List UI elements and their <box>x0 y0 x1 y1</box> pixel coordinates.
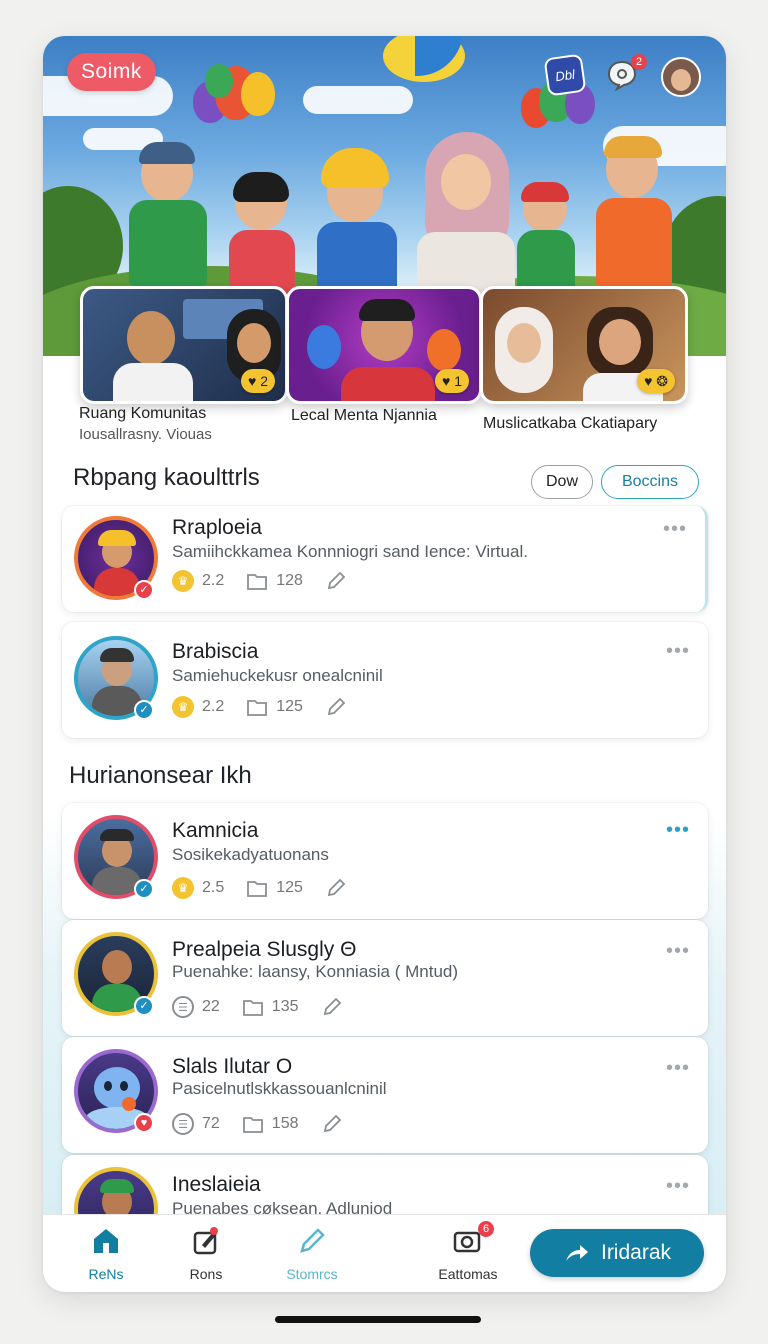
more-options-icon[interactable]: ••• <box>666 1176 690 1196</box>
edit-icon[interactable] <box>321 1113 343 1135</box>
hero-figure <box>511 182 581 296</box>
bottom-navigation: ReNs Rons Stomrcs 6 Eattomas Iridarak <box>43 1214 726 1292</box>
crown-icon: ♛ <box>172 570 194 592</box>
more-options-icon[interactable]: ••• <box>666 641 690 661</box>
reaction-icon: ☰ <box>172 1113 194 1135</box>
featured-card-1[interactable]: ♥ 2 <box>80 286 288 404</box>
nav-home-label: ReNs <box>88 1266 124 1282</box>
nav-rons[interactable]: Rons <box>161 1225 251 1282</box>
edit-icon[interactable] <box>325 696 347 718</box>
reaction-icon: ☰ <box>172 996 194 1018</box>
verified-icon: ✓ <box>134 700 154 720</box>
nav-home[interactable]: ReNs <box>61 1225 151 1282</box>
notification-badge: 2 <box>631 54 647 70</box>
cta-button[interactable]: Iridarak <box>530 1229 704 1277</box>
post-title[interactable]: Prealpeia Slusgly Θ <box>172 938 356 962</box>
share-arrow-icon <box>565 1245 588 1261</box>
nav-stories-label: Stomrcs <box>286 1266 338 1282</box>
notification-icon[interactable]: 2 <box>603 54 647 94</box>
nav-eattomas[interactable]: 6 Eattomas <box>423 1221 513 1282</box>
hero-figure <box>223 172 303 300</box>
featured-sub-1: Iousallrasny. Viouas <box>79 426 212 443</box>
profile-avatar[interactable] <box>661 57 701 97</box>
crown-icon: ♛ <box>172 877 194 899</box>
edit-icon[interactable] <box>325 570 347 592</box>
community-card[interactable]: ✓ Kamnicia Sosikekadyatuonans ♛ 2.5 125 •… <box>62 803 708 919</box>
folder-icon <box>246 878 268 898</box>
featured-label-1: Ruang Komunitas <box>79 405 207 422</box>
post-title[interactable]: Kamnicia <box>172 819 258 843</box>
verified-icon: ✓ <box>134 580 154 600</box>
like-stat[interactable]: ♛ 2.5 <box>172 877 224 899</box>
home-icon <box>94 1229 118 1253</box>
community-card[interactable]: ✓ Brabiscia Samiehuckekusr onealcninil ♛… <box>62 622 708 738</box>
section-title-1: Rbpang kaoulttrls <box>73 464 260 491</box>
featured-count-badge: ♥ 1 <box>435 369 469 393</box>
filter-chip-dow[interactable]: Dow <box>531 465 593 499</box>
post-title[interactable]: Rraploeia <box>172 516 262 540</box>
filter-chip-boccins[interactable]: Boccins <box>601 465 699 499</box>
folder-icon <box>242 997 264 1017</box>
cta-label: Iridarak <box>600 1241 672 1264</box>
crown-icon: ♛ <box>172 696 194 718</box>
folder-icon <box>246 571 268 591</box>
like-stat[interactable]: ♛ 2.2 <box>172 696 224 718</box>
files-stat[interactable]: 125 <box>246 697 303 717</box>
like-stat[interactable]: ♛ 2.2 <box>172 570 224 592</box>
files-stat[interactable]: 135 <box>242 997 299 1017</box>
featured-label-3: Muslicatkaba Ckatiapary <box>483 415 658 432</box>
post-title[interactable]: Slals Ilutar O <box>172 1055 292 1079</box>
verified-icon: ✓ <box>134 996 154 1016</box>
like-stat[interactable]: ☰ 22 <box>172 996 220 1018</box>
more-options-icon[interactable]: ••• <box>666 1058 690 1078</box>
folder-icon <box>246 697 268 717</box>
files-stat[interactable]: 128 <box>246 571 303 591</box>
hero-figure <box>123 142 213 286</box>
post-description: Samiihckkamea Konnniogri sand Ience: Vir… <box>172 542 528 561</box>
featured-count-badge: ♥ ❂ <box>637 369 675 393</box>
community-card[interactable]: ✓ Rraploeia Samiihckkamea Konnniogri san… <box>62 506 708 612</box>
nav-badge: 6 <box>478 1221 494 1237</box>
files-stat[interactable]: 158 <box>242 1114 299 1134</box>
chat-icon-label: Dbl <box>554 66 576 84</box>
community-card[interactable]: ✓ Prealpeia Slusgly Θ Puenahke: laansy, … <box>62 920 708 1036</box>
compose-icon <box>193 1227 218 1255</box>
favorite-icon: ♥ <box>134 1113 154 1133</box>
more-options-icon[interactable]: ••• <box>663 519 687 539</box>
featured-count-badge: ♥ 2 <box>241 369 275 393</box>
hero-figure <box>311 146 401 298</box>
more-options-icon[interactable]: ••• <box>666 820 690 840</box>
nav-rons-label: Rons <box>189 1266 223 1282</box>
app-screen: Soimk Dbl 2 ♥ 2 ♥ 1 ♥ ❂ Ruang Komunitas … <box>43 36 726 1292</box>
featured-card-2[interactable]: ♥ 1 <box>286 286 482 404</box>
folder-icon <box>242 1114 264 1134</box>
featured-label-2: Lecal Menta Njannia <box>291 407 437 424</box>
nav-stories[interactable]: Stomrcs <box>267 1225 357 1282</box>
post-description: Puenahke: laansy, Konniasia ( Mntud) <box>172 962 459 981</box>
edit-icon[interactable] <box>321 996 343 1018</box>
featured-card-3[interactable]: ♥ ❂ <box>480 286 688 404</box>
post-description: Pasicelnutlskkassouanlcninil <box>172 1079 387 1098</box>
community-card[interactable]: ♥ Slals Ilutar O Pasicelnutlskkassouanlc… <box>62 1037 708 1153</box>
section-title-2: Hurianonsear Ikh <box>69 762 252 789</box>
home-indicator[interactable] <box>275 1316 481 1323</box>
post-description: Sosikekadyatuonans <box>172 845 329 864</box>
files-stat[interactable]: 125 <box>246 878 303 898</box>
more-options-icon[interactable]: ••• <box>666 941 690 961</box>
verified-icon: ✓ <box>134 879 154 899</box>
hero-figure <box>411 132 521 302</box>
like-stat[interactable]: ☰ 72 <box>172 1113 220 1135</box>
edit-icon[interactable] <box>325 877 347 899</box>
post-title[interactable]: Ineslaieia <box>172 1173 261 1197</box>
brand-logo[interactable]: Soimk <box>67 53 156 91</box>
post-title[interactable]: Brabiscia <box>172 640 258 664</box>
nav-eattomas-label: Eattomas <box>438 1266 498 1282</box>
chat-icon[interactable]: Dbl <box>543 53 587 97</box>
pen-icon <box>300 1228 325 1253</box>
hero-figure <box>588 136 678 290</box>
post-description: Samiehuckekusr onealcninil <box>172 666 383 685</box>
